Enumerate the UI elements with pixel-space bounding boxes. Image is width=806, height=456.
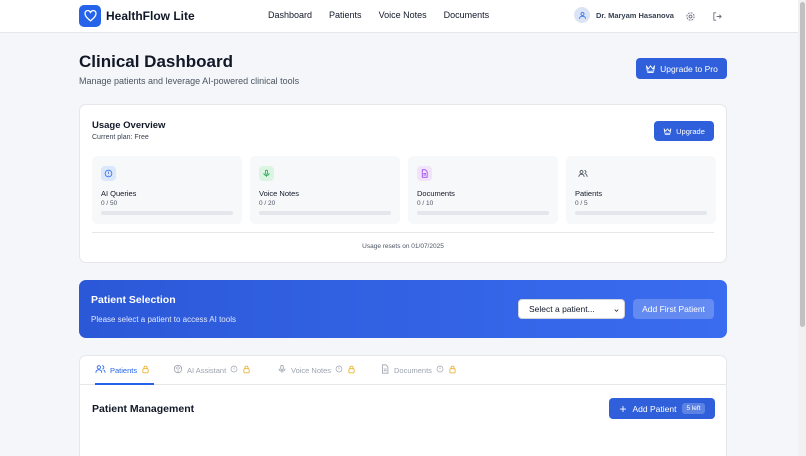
user-avatar-icon — [574, 7, 590, 23]
settings-gear-icon[interactable] — [684, 10, 696, 22]
stat-label: Documents — [417, 189, 455, 198]
upgrade-button[interactable]: Upgrade — [654, 121, 714, 141]
heart-logo-icon — [79, 5, 101, 27]
app-name: HealthFlow Lite — [106, 9, 195, 23]
tab-ai-assistant[interactable]: AI Assistant — [173, 364, 251, 385]
patient-selection-title: Patient Selection — [91, 294, 176, 306]
lock-icon — [242, 365, 251, 374]
tab-label: Patients — [110, 366, 138, 375]
nav-documents[interactable]: Documents — [444, 10, 490, 20]
page-subtitle: Manage patients and leverage AI-powered … — [79, 76, 300, 86]
top-navbar: HealthFlow Lite Dashboard Patients Voice… — [0, 0, 798, 33]
app-logo[interactable]: HealthFlow Lite — [79, 5, 195, 27]
upgrade-label: Upgrade — [676, 126, 705, 136]
stat-label: Voice Notes — [259, 189, 300, 198]
patient-select-value: Select a patient... — [529, 304, 595, 314]
patient-select-dropdown[interactable]: Select a patient... — [518, 299, 625, 319]
stat-progress-bar — [259, 211, 391, 215]
patients-left-badge: 5 left — [682, 403, 705, 414]
tab-label: AI Assistant — [187, 366, 227, 375]
upgrade-to-pro-button[interactable]: Upgrade to Pro — [636, 58, 727, 79]
info-icon — [436, 365, 444, 373]
stat-count: 0 / 10 — [417, 200, 434, 207]
tab-bar: Patients AI Assistant Voice Notes Docume… — [80, 356, 726, 385]
crown-icon — [663, 128, 672, 135]
microphone-icon — [277, 364, 287, 374]
stat-patients: Patients 0 / 5 — [566, 156, 716, 224]
add-first-patient-button[interactable]: Add First Patient — [633, 299, 714, 319]
page-title: Clinical Dashboard — [79, 52, 233, 71]
stat-count: 0 / 20 — [259, 200, 276, 207]
usage-reset-text: Usage resets on 01/07/2025 — [362, 243, 444, 250]
stat-label: Patients — [575, 189, 603, 198]
users-icon — [95, 364, 106, 374]
logout-icon[interactable] — [711, 10, 723, 22]
stat-progress-bar — [575, 211, 707, 215]
tools-card: Patients AI Assistant Voice Notes Docume… — [79, 355, 727, 456]
upgrade-to-pro-label: Upgrade to Pro — [660, 63, 718, 74]
ai-queries-icon — [101, 166, 116, 181]
stat-label: AI Queries — [101, 189, 137, 198]
document-icon — [417, 166, 432, 181]
user-name: Dr. Maryam Hasanova — [596, 10, 674, 20]
main-nav: Dashboard Patients Voice Notes Documents — [268, 10, 506, 20]
add-patient-button[interactable]: + Add Patient 5 left — [609, 398, 715, 419]
patient-selection-banner: Patient Selection Please select a patien… — [79, 280, 727, 338]
nav-voice-notes[interactable]: Voice Notes — [379, 10, 427, 20]
tab-label: Voice Notes — [291, 366, 332, 375]
info-icon — [230, 365, 238, 373]
stat-count: 0 / 5 — [575, 200, 588, 207]
info-icon — [335, 365, 343, 373]
user-menu[interactable]: Dr. Maryam Hasanova — [574, 7, 674, 23]
tab-voice-notes[interactable]: Voice Notes — [277, 364, 356, 385]
stat-progress-bar — [417, 211, 549, 215]
brain-icon — [173, 364, 183, 374]
tab-documents[interactable]: Documents — [380, 364, 457, 385]
stat-progress-bar — [101, 211, 233, 215]
lock-icon — [141, 365, 150, 374]
usage-overview-card: Usage Overview Current plan: Free Upgrad… — [79, 104, 727, 263]
lock-icon — [347, 365, 356, 374]
crown-icon — [646, 65, 656, 73]
nav-patients[interactable]: Patients — [329, 10, 362, 20]
microphone-icon — [259, 166, 274, 181]
plus-icon: + — [619, 401, 627, 416]
stat-count: 0 / 50 — [101, 200, 118, 207]
patient-selection-subtitle: Please select a patient to access AI too… — [91, 315, 236, 324]
lock-icon — [448, 365, 457, 374]
stat-ai-queries: AI Queries 0 / 50 — [92, 156, 242, 224]
document-icon — [380, 364, 390, 374]
nav-dashboard[interactable]: Dashboard — [268, 10, 312, 20]
current-plan: Current plan: Free — [92, 134, 149, 141]
stat-documents: Documents 0 / 10 — [408, 156, 558, 224]
tab-label: Documents — [394, 366, 432, 375]
usage-title: Usage Overview — [92, 120, 166, 131]
scrollbar-thumb[interactable] — [800, 2, 805, 327]
add-patient-label: Add Patient — [632, 403, 677, 414]
users-icon — [575, 166, 590, 181]
patient-management-title: Patient Management — [92, 403, 195, 415]
chevron-down-icon — [613, 306, 620, 316]
divider — [92, 232, 714, 233]
stat-voice-notes: Voice Notes 0 / 20 — [250, 156, 400, 224]
tab-patients[interactable]: Patients — [95, 364, 154, 385]
